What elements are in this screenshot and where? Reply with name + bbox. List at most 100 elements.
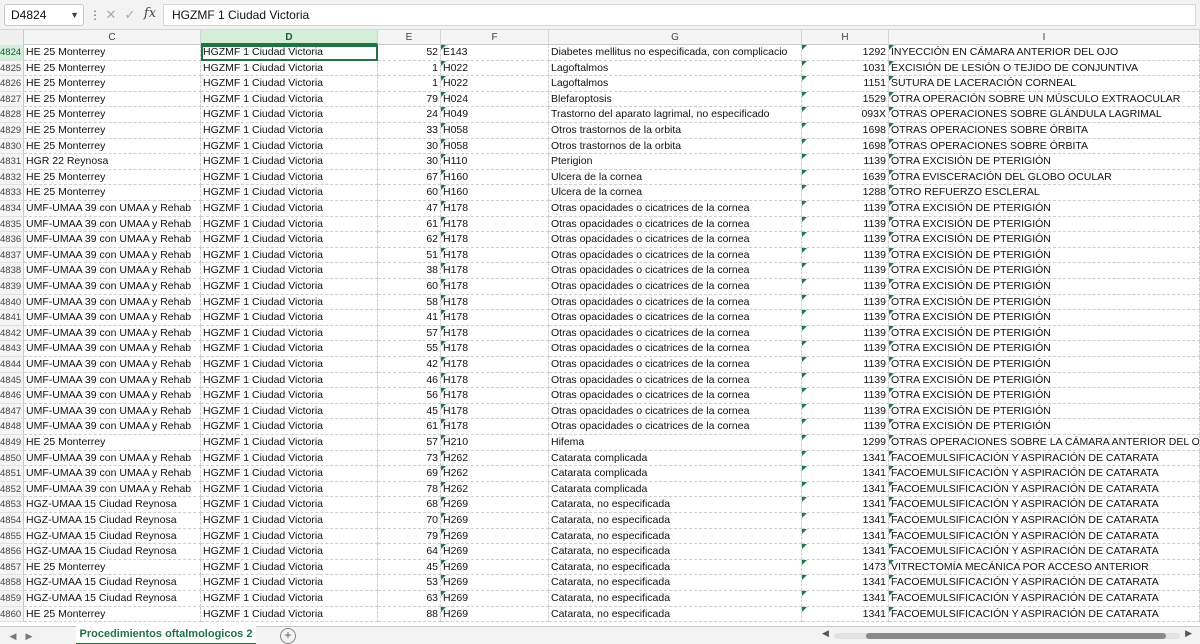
- error-indicator-icon[interactable]: [802, 201, 807, 206]
- cell-c[interactable]: HE 25 Monterrey: [24, 559, 201, 576]
- cell-c[interactable]: HGZ-UMAA 15 Ciudad Reynosa: [24, 591, 201, 607]
- error-indicator-icon[interactable]: [802, 232, 807, 238]
- cell-e[interactable]: 42: [378, 357, 441, 373]
- cell-c[interactable]: UMF-UMAA 39 con UMAA y Rehab: [24, 466, 201, 482]
- cell-f[interactable]: H024: [441, 91, 549, 108]
- cell-h[interactable]: 1341: [802, 528, 889, 545]
- error-indicator-icon[interactable]: [802, 154, 807, 160]
- cell-d[interactable]: HGZMF 1 Ciudad Victoria: [201, 544, 378, 560]
- error-indicator-icon[interactable]: [441, 232, 446, 238]
- cell-d[interactable]: HGZMF 1 Ciudad Victoria: [201, 341, 378, 357]
- row-number[interactable]: 4836: [0, 232, 24, 248]
- error-indicator-icon[interactable]: [889, 481, 894, 487]
- cell-i[interactable]: OTRA EXCISIÓN DE PTERIGIÓN: [889, 403, 1200, 420]
- cell-i[interactable]: OTRA EXCISIÓN DE PTERIGIÓN: [889, 279, 1200, 295]
- error-indicator-icon[interactable]: [441, 357, 446, 362]
- cell-e[interactable]: 46: [378, 372, 441, 389]
- cell-d[interactable]: HGZMF 1 Ciudad Victoria: [201, 466, 378, 482]
- cell-e[interactable]: 53: [378, 575, 441, 591]
- cell-f[interactable]: H178: [441, 372, 549, 389]
- cell-g[interactable]: Otras opacidades o cicatrices de la corn…: [549, 419, 802, 435]
- cell-e[interactable]: 60: [378, 279, 441, 295]
- cell-f[interactable]: H178: [441, 357, 549, 373]
- cell-f[interactable]: H178: [441, 310, 549, 326]
- row-number[interactable]: 4840: [0, 294, 24, 311]
- error-indicator-icon[interactable]: [802, 591, 807, 596]
- error-indicator-icon[interactable]: [889, 107, 894, 113]
- row-number[interactable]: 4825: [0, 60, 24, 77]
- row-number[interactable]: 4849: [0, 435, 24, 451]
- cell-f[interactable]: H178: [441, 263, 549, 279]
- error-indicator-icon[interactable]: [802, 419, 807, 425]
- error-indicator-icon[interactable]: [441, 435, 446, 440]
- cell-c[interactable]: UMF-UMAA 39 con UMAA y Rehab: [24, 232, 201, 248]
- error-indicator-icon[interactable]: [441, 606, 446, 612]
- error-indicator-icon[interactable]: [441, 528, 446, 534]
- error-indicator-icon[interactable]: [889, 591, 894, 596]
- cell-c[interactable]: HGZ-UMAA 15 Ciudad Reynosa: [24, 513, 201, 529]
- horizontal-scrollbar[interactable]: ◀ ▶: [822, 628, 1192, 641]
- cell-f[interactable]: H269: [441, 591, 549, 607]
- cell-g[interactable]: Otras opacidades o cicatrices de la corn…: [549, 403, 802, 420]
- error-indicator-icon[interactable]: [889, 138, 894, 144]
- row-number[interactable]: 4843: [0, 341, 24, 357]
- cell-g[interactable]: Catarata complicada: [549, 481, 802, 498]
- cell-d[interactable]: HGZMF 1 Ciudad Victoria: [201, 185, 378, 201]
- cell-c[interactable]: UMF-UMAA 39 con UMAA y Rehab: [24, 341, 201, 357]
- error-indicator-icon[interactable]: [889, 575, 894, 581]
- cell-f[interactable]: H178: [441, 247, 549, 264]
- cell-d[interactable]: HGZMF 1 Ciudad Victoria: [201, 232, 378, 248]
- cell-f[interactable]: H160: [441, 169, 549, 186]
- error-indicator-icon[interactable]: [441, 372, 446, 378]
- error-indicator-icon[interactable]: [441, 201, 446, 206]
- cell-i[interactable]: OTRA EXCISIÓN DE PTERIGIÓN: [889, 325, 1200, 342]
- cell-d[interactable]: HGZMF 1 Ciudad Victoria: [201, 154, 378, 170]
- error-indicator-icon[interactable]: [441, 279, 446, 284]
- cell-c[interactable]: HE 25 Monterrey: [24, 60, 201, 77]
- error-indicator-icon[interactable]: [889, 76, 894, 82]
- error-indicator-icon[interactable]: [889, 279, 894, 284]
- column-header-c[interactable]: C: [24, 30, 201, 45]
- cell-g[interactable]: Otras opacidades o cicatrices de la corn…: [549, 232, 802, 248]
- cell-d[interactable]: HGZMF 1 Ciudad Victoria: [201, 325, 378, 342]
- cell-f[interactable]: H269: [441, 606, 549, 623]
- cell-d[interactable]: HGZMF 1 Ciudad Victoria: [201, 123, 378, 139]
- error-indicator-icon[interactable]: [441, 388, 446, 394]
- error-indicator-icon[interactable]: [889, 466, 894, 472]
- row-number[interactable]: 4847: [0, 403, 24, 420]
- cell-f[interactable]: H058: [441, 138, 549, 155]
- row-number[interactable]: 4848: [0, 419, 24, 435]
- cell-g[interactable]: Ulcera de la cornea: [549, 169, 802, 186]
- row-number[interactable]: 4833: [0, 185, 24, 201]
- cell-d[interactable]: HGZMF 1 Ciudad Victoria: [201, 606, 378, 623]
- cell-i[interactable]: OTRAS OPERACIONES SOBRE ÓRBITA: [889, 138, 1200, 155]
- error-indicator-icon[interactable]: [802, 481, 807, 487]
- error-indicator-icon[interactable]: [802, 544, 807, 550]
- cell-c[interactable]: HGZ-UMAA 15 Ciudad Reynosa: [24, 544, 201, 560]
- cell-h[interactable]: 1698: [802, 123, 889, 139]
- cell-f[interactable]: H262: [441, 481, 549, 498]
- cell-g[interactable]: Otras opacidades o cicatrices de la corn…: [549, 325, 802, 342]
- row-number[interactable]: 4824: [0, 45, 24, 61]
- row-number[interactable]: 4834: [0, 201, 24, 217]
- cell-e[interactable]: 45: [378, 559, 441, 576]
- chevron-left-icon[interactable]: ◀: [6, 627, 20, 644]
- cell-d[interactable]: HGZMF 1 Ciudad Victoria: [201, 388, 378, 404]
- cell-g[interactable]: Otras opacidades o cicatrices de la corn…: [549, 310, 802, 326]
- cell-g[interactable]: Catarata, no especificada: [549, 575, 802, 591]
- cell-d[interactable]: HGZMF 1 Ciudad Victoria: [201, 497, 378, 513]
- error-indicator-icon[interactable]: [441, 263, 446, 269]
- cell-d[interactable]: HGZMF 1 Ciudad Victoria: [201, 372, 378, 389]
- row-number[interactable]: 4846: [0, 388, 24, 404]
- error-indicator-icon[interactable]: [889, 123, 894, 128]
- cell-i[interactable]: INYECCIÓN EN CÁMARA ANTERIOR DEL OJO: [889, 45, 1200, 61]
- cell-e[interactable]: 60: [378, 185, 441, 201]
- error-indicator-icon[interactable]: [441, 138, 446, 144]
- cell-g[interactable]: Otras opacidades o cicatrices de la corn…: [549, 294, 802, 311]
- cell-f[interactable]: H178: [441, 403, 549, 420]
- cell-h[interactable]: 1139: [802, 310, 889, 326]
- row-number[interactable]: 4828: [0, 107, 24, 123]
- cell-i[interactable]: OTRAS OPERACIONES SOBRE GLÁNDULA LAGRIMA…: [889, 107, 1200, 123]
- row-number[interactable]: 4839: [0, 279, 24, 295]
- cell-c[interactable]: HE 25 Monterrey: [24, 91, 201, 108]
